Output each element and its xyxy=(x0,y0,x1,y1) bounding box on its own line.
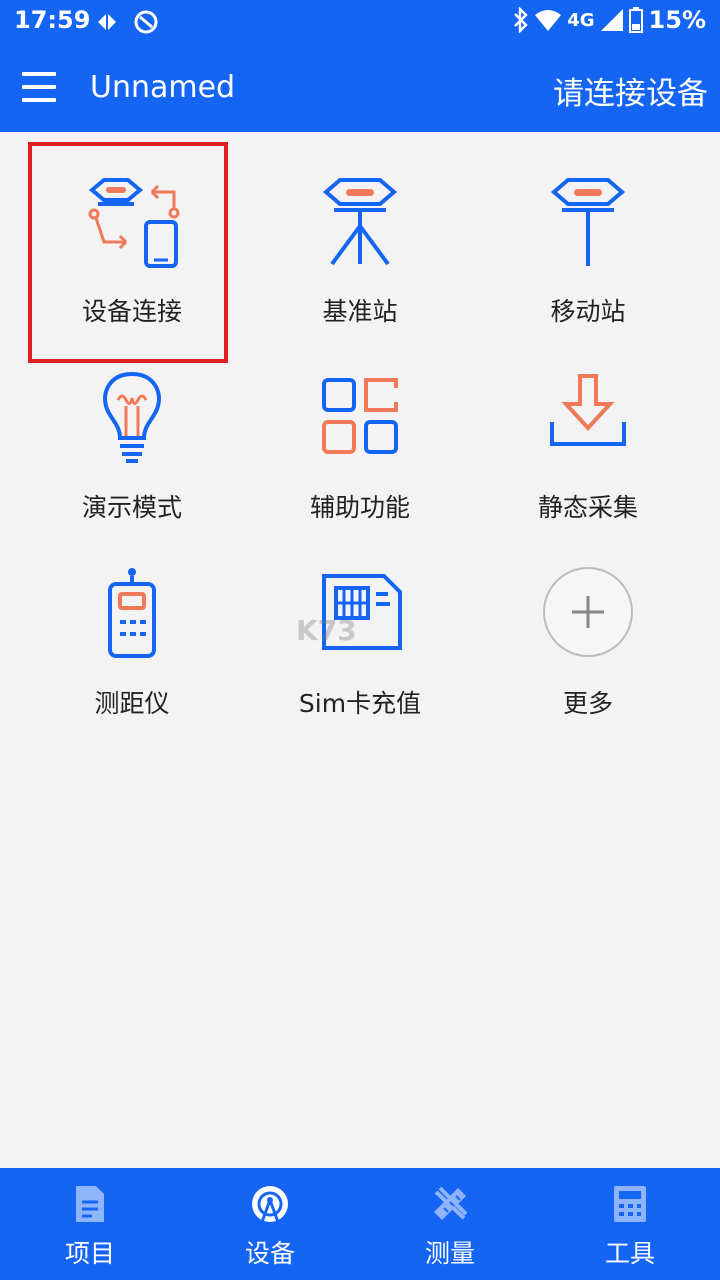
rover-station-icon xyxy=(550,178,626,266)
connect-device-button[interactable]: 请连接设备 xyxy=(553,68,708,113)
lightbulb-icon xyxy=(103,371,161,463)
wifi-icon xyxy=(535,10,562,31)
tile-static-collect[interactable]: 静态采集 xyxy=(474,328,702,524)
status-time: 17:59 xyxy=(14,6,91,34)
app-bar: Unnamed 请连接设备 xyxy=(0,44,720,132)
battery-icon xyxy=(628,7,643,33)
ruler-pencil-icon xyxy=(434,1186,468,1220)
sim-card-icon xyxy=(322,574,402,650)
bluetooth-icon xyxy=(514,7,528,33)
tile-device-connect[interactable]: 设备连接 xyxy=(18,132,246,328)
battery-level: 15% xyxy=(648,6,706,34)
tile-label: 移动站 xyxy=(550,297,626,326)
nav-measure[interactable]: 测量 xyxy=(360,1168,540,1280)
tile-label: 基准站 xyxy=(322,297,398,326)
tile-label: 静态采集 xyxy=(537,493,638,522)
project-title: Unnamed xyxy=(90,70,236,105)
notification-icons xyxy=(94,8,164,40)
tile-label: Sim卡充值 xyxy=(298,689,422,718)
tile-demo-mode[interactable]: 演示模式 xyxy=(18,328,246,524)
document-icon xyxy=(76,1186,104,1222)
hamburger-menu-icon[interactable] xyxy=(22,72,56,102)
tile-base-station[interactable]: 基准站 xyxy=(246,132,474,328)
tile-label: 更多 xyxy=(562,689,613,718)
base-station-icon xyxy=(322,178,398,266)
bottom-navigation: 项目 设备 测量 工具 xyxy=(0,1168,720,1280)
download-icon xyxy=(550,374,626,446)
status-bar: 17:59 4G 15% xyxy=(0,0,720,44)
network-type: 4G xyxy=(567,9,595,31)
tile-auxiliary[interactable]: 辅助功能 xyxy=(246,328,474,524)
status-right: 4G 15% xyxy=(513,6,706,34)
tile-label: 辅助功能 xyxy=(309,493,410,522)
nav-device[interactable]: 设备 xyxy=(180,1168,360,1280)
antenna-icon xyxy=(252,1186,288,1223)
tile-more[interactable]: 更多 xyxy=(474,524,702,720)
nav-label: 设备 xyxy=(244,1239,295,1268)
device-connect-icon xyxy=(88,178,180,268)
plus-icon xyxy=(543,567,633,657)
tile-label: 测距仪 xyxy=(94,689,170,718)
tile-rover-station[interactable]: 移动站 xyxy=(474,132,702,328)
nav-label: 测量 xyxy=(424,1239,475,1268)
tile-label: 演示模式 xyxy=(81,493,182,522)
nav-tools[interactable]: 工具 xyxy=(540,1168,720,1280)
nav-label: 项目 xyxy=(64,1239,115,1268)
tile-sim-recharge[interactable]: Sim卡充值 xyxy=(246,524,474,720)
nav-project[interactable]: 项目 xyxy=(0,1168,180,1280)
tile-rangefinder[interactable]: 测距仪 xyxy=(18,524,246,720)
rangefinder-icon xyxy=(108,568,156,658)
calculator-icon xyxy=(614,1186,646,1222)
cell-signal-icon xyxy=(600,9,623,31)
tile-label: 设备连接 xyxy=(81,297,182,326)
nav-label: 工具 xyxy=(604,1239,655,1268)
grid-icon xyxy=(322,378,398,454)
